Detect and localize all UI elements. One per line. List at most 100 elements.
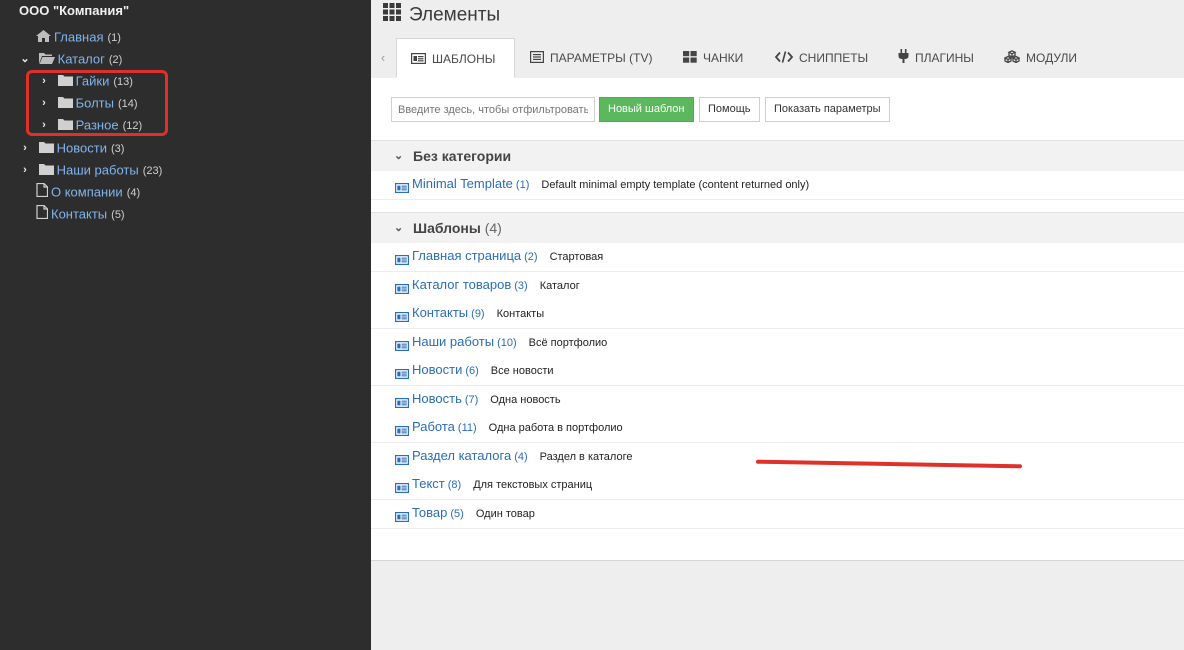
list-item[interactable]: Текст (8) Для текстовых страниц bbox=[371, 471, 1184, 500]
template-link[interactable]: Новости (6) Все новости bbox=[412, 357, 554, 384]
list-alt-icon bbox=[530, 39, 545, 79]
tree-item-catalog[interactable]: ⌄ Каталог (2) bbox=[19, 49, 122, 69]
tab-label: МОДУЛИ bbox=[1026, 51, 1078, 65]
page-title: Элементы bbox=[383, 3, 500, 27]
template-icon bbox=[395, 480, 410, 498]
tree-item-label: Контакты bbox=[51, 206, 108, 222]
site-title[interactable]: ООО "Компания" bbox=[19, 3, 129, 18]
template-link[interactable]: Раздел каталога (4) Раздел в каталоге bbox=[412, 443, 632, 470]
chevron-right-icon[interactable]: › bbox=[19, 138, 31, 158]
tree-item-about[interactable]: О компании (4) bbox=[36, 182, 140, 202]
tree-item-count: (1) bbox=[107, 31, 121, 44]
tree-item-news[interactable]: › Новости (3) bbox=[19, 138, 124, 158]
category-title: Без категории bbox=[413, 148, 512, 164]
template-description: Каталог bbox=[539, 279, 580, 292]
page-title-text: Элементы bbox=[409, 4, 501, 26]
tree-item-home[interactable]: Главная (1) bbox=[36, 27, 121, 47]
template-icon bbox=[395, 366, 410, 384]
template-link[interactable]: Minimal Template (1) Default minimal empty… bbox=[412, 171, 809, 198]
template-link[interactable]: Главная страница (2) Стартовая bbox=[412, 243, 603, 270]
folder-icon bbox=[38, 161, 54, 181]
tree-item-count: (4) bbox=[126, 186, 141, 199]
tab-modules[interactable]: МОДУЛИ bbox=[1003, 38, 1078, 79]
tab-label: ПАРАМЕТРЫ (TV) bbox=[550, 51, 653, 65]
show-params-button[interactable]: Показать параметры bbox=[765, 97, 890, 122]
category-header-uncategorized[interactable]: ⌄ Без категории bbox=[371, 140, 1184, 172]
tree-item-count: (5) bbox=[111, 208, 125, 221]
code-icon bbox=[774, 39, 794, 79]
tree-item-count: (2) bbox=[108, 53, 123, 66]
list-item[interactable]: Главная страница (2) Стартовая bbox=[371, 243, 1184, 272]
template-icon bbox=[395, 509, 410, 527]
tab-label: ШАБЛОНЫ bbox=[432, 52, 496, 66]
document-icon bbox=[36, 182, 49, 203]
cubes-icon bbox=[1003, 39, 1021, 79]
resource-tree-sidebar: ООО "Компания" Главная (1) ⌄ Каталог (2) ›… bbox=[0, 0, 371, 650]
list-item[interactable]: Minimal Template (1) Default minimal empty… bbox=[371, 171, 1184, 200]
template-link[interactable]: Товар (5) Один товар bbox=[412, 500, 535, 527]
document-icon bbox=[36, 204, 49, 225]
tab-tvs[interactable]: ПАРАМЕТРЫ (TV) bbox=[530, 38, 652, 78]
template-link[interactable]: Наши работы (10) Всё портфолио bbox=[412, 329, 607, 356]
category-title: Шаблоны (4) bbox=[413, 220, 502, 236]
th-large-icon bbox=[683, 39, 697, 79]
plug-icon bbox=[898, 39, 909, 79]
list-item[interactable]: Наши работы (10) Всё портфолио bbox=[371, 328, 1184, 358]
chevron-right-icon[interactable]: › bbox=[19, 160, 31, 180]
template-description: Для текстовых страниц bbox=[473, 479, 593, 491]
home-icon bbox=[36, 28, 51, 48]
tree-item-contacts[interactable]: Контакты (5) bbox=[36, 204, 125, 224]
template-link[interactable]: Текст (8) Для текстовых страниц bbox=[412, 471, 592, 498]
filter-input[interactable] bbox=[391, 97, 595, 122]
template-description: Все новости bbox=[490, 365, 554, 377]
tabs-scroll-left-icon[interactable]: ‹ bbox=[371, 38, 395, 78]
template-description: Стартовая bbox=[549, 251, 604, 263]
template-icon bbox=[395, 452, 410, 470]
tree-item-count: (23) bbox=[142, 164, 163, 177]
tab-label: ЧАНКИ bbox=[703, 51, 744, 65]
tree-item-count: (3) bbox=[110, 142, 125, 155]
tree-item-works[interactable]: › Наши работы (23) bbox=[19, 160, 162, 180]
template-icon bbox=[395, 252, 410, 270]
help-button[interactable]: Помощь bbox=[699, 97, 760, 122]
template-description: Одна работа в портфолио bbox=[488, 422, 623, 434]
templates-panel: Новый шаблон Помощь Показать параметры ⌄… bbox=[371, 78, 1184, 561]
tab-chunks[interactable]: ЧАНКИ bbox=[683, 38, 743, 78]
new-template-button[interactable]: Новый шаблон bbox=[599, 97, 694, 122]
template-icon bbox=[395, 423, 410, 441]
template-description: Один товар bbox=[475, 507, 535, 520]
list-item[interactable]: Контакты (9) Контакты bbox=[371, 300, 1184, 329]
tree-item-label: Наши работы bbox=[56, 162, 139, 178]
elements-tabs: ‹ ШАБЛОНЫ ПАРАМЕТРЫ (TV) ЧАНКИ СНИППЕТЫ bbox=[371, 38, 1184, 79]
tree-item-label: Новости bbox=[56, 140, 107, 156]
tree-item-label: О компании bbox=[51, 184, 123, 200]
list-item[interactable]: Новости (6) Все новости bbox=[371, 357, 1184, 386]
list-item[interactable]: Работа (11) Одна работа в портфолио bbox=[371, 414, 1184, 443]
template-icon bbox=[395, 180, 410, 198]
template-icon bbox=[411, 40, 427, 80]
tab-label: ПЛАГИНЫ bbox=[915, 51, 974, 65]
template-description: Default minimal empty template (content … bbox=[541, 179, 810, 191]
category-header-templates[interactable]: ⌄ Шаблоны (4) bbox=[371, 212, 1184, 244]
tab-plugins[interactable]: ПЛАГИНЫ bbox=[898, 38, 974, 78]
template-description: Одна новость bbox=[490, 393, 561, 406]
template-link[interactable]: Контакты (9) Контакты bbox=[412, 300, 544, 327]
grid-icon bbox=[383, 3, 401, 28]
chevron-down-icon[interactable]: ⌄ bbox=[394, 213, 403, 243]
tree-item-label: Каталог bbox=[57, 51, 105, 67]
list-item[interactable]: Товар (5) Один товар bbox=[371, 499, 1184, 529]
template-link[interactable]: Новость (7) Одна новость bbox=[412, 386, 561, 413]
chevron-down-icon[interactable]: ⌄ bbox=[394, 141, 403, 171]
chevron-down-icon[interactable]: ⌄ bbox=[19, 49, 31, 69]
tab-snippets[interactable]: СНИППЕТЫ bbox=[774, 38, 869, 79]
template-description: Контакты bbox=[496, 308, 545, 320]
list-item[interactable]: Новость (7) Одна новость bbox=[371, 385, 1184, 415]
template-link[interactable]: Каталог товаров (3) Каталог bbox=[412, 272, 580, 299]
list-item[interactable]: Каталог товаров (3) Каталог bbox=[371, 271, 1184, 301]
template-icon bbox=[395, 281, 410, 299]
folder-open-icon bbox=[38, 50, 55, 70]
list-item[interactable]: Раздел каталога (4) Раздел в каталоге bbox=[371, 442, 1184, 472]
tab-label: СНИППЕТЫ bbox=[799, 51, 869, 65]
template-link[interactable]: Работа (11) Одна работа в портфолио bbox=[412, 414, 623, 441]
tab-templates[interactable]: ШАБЛОНЫ bbox=[396, 38, 515, 78]
